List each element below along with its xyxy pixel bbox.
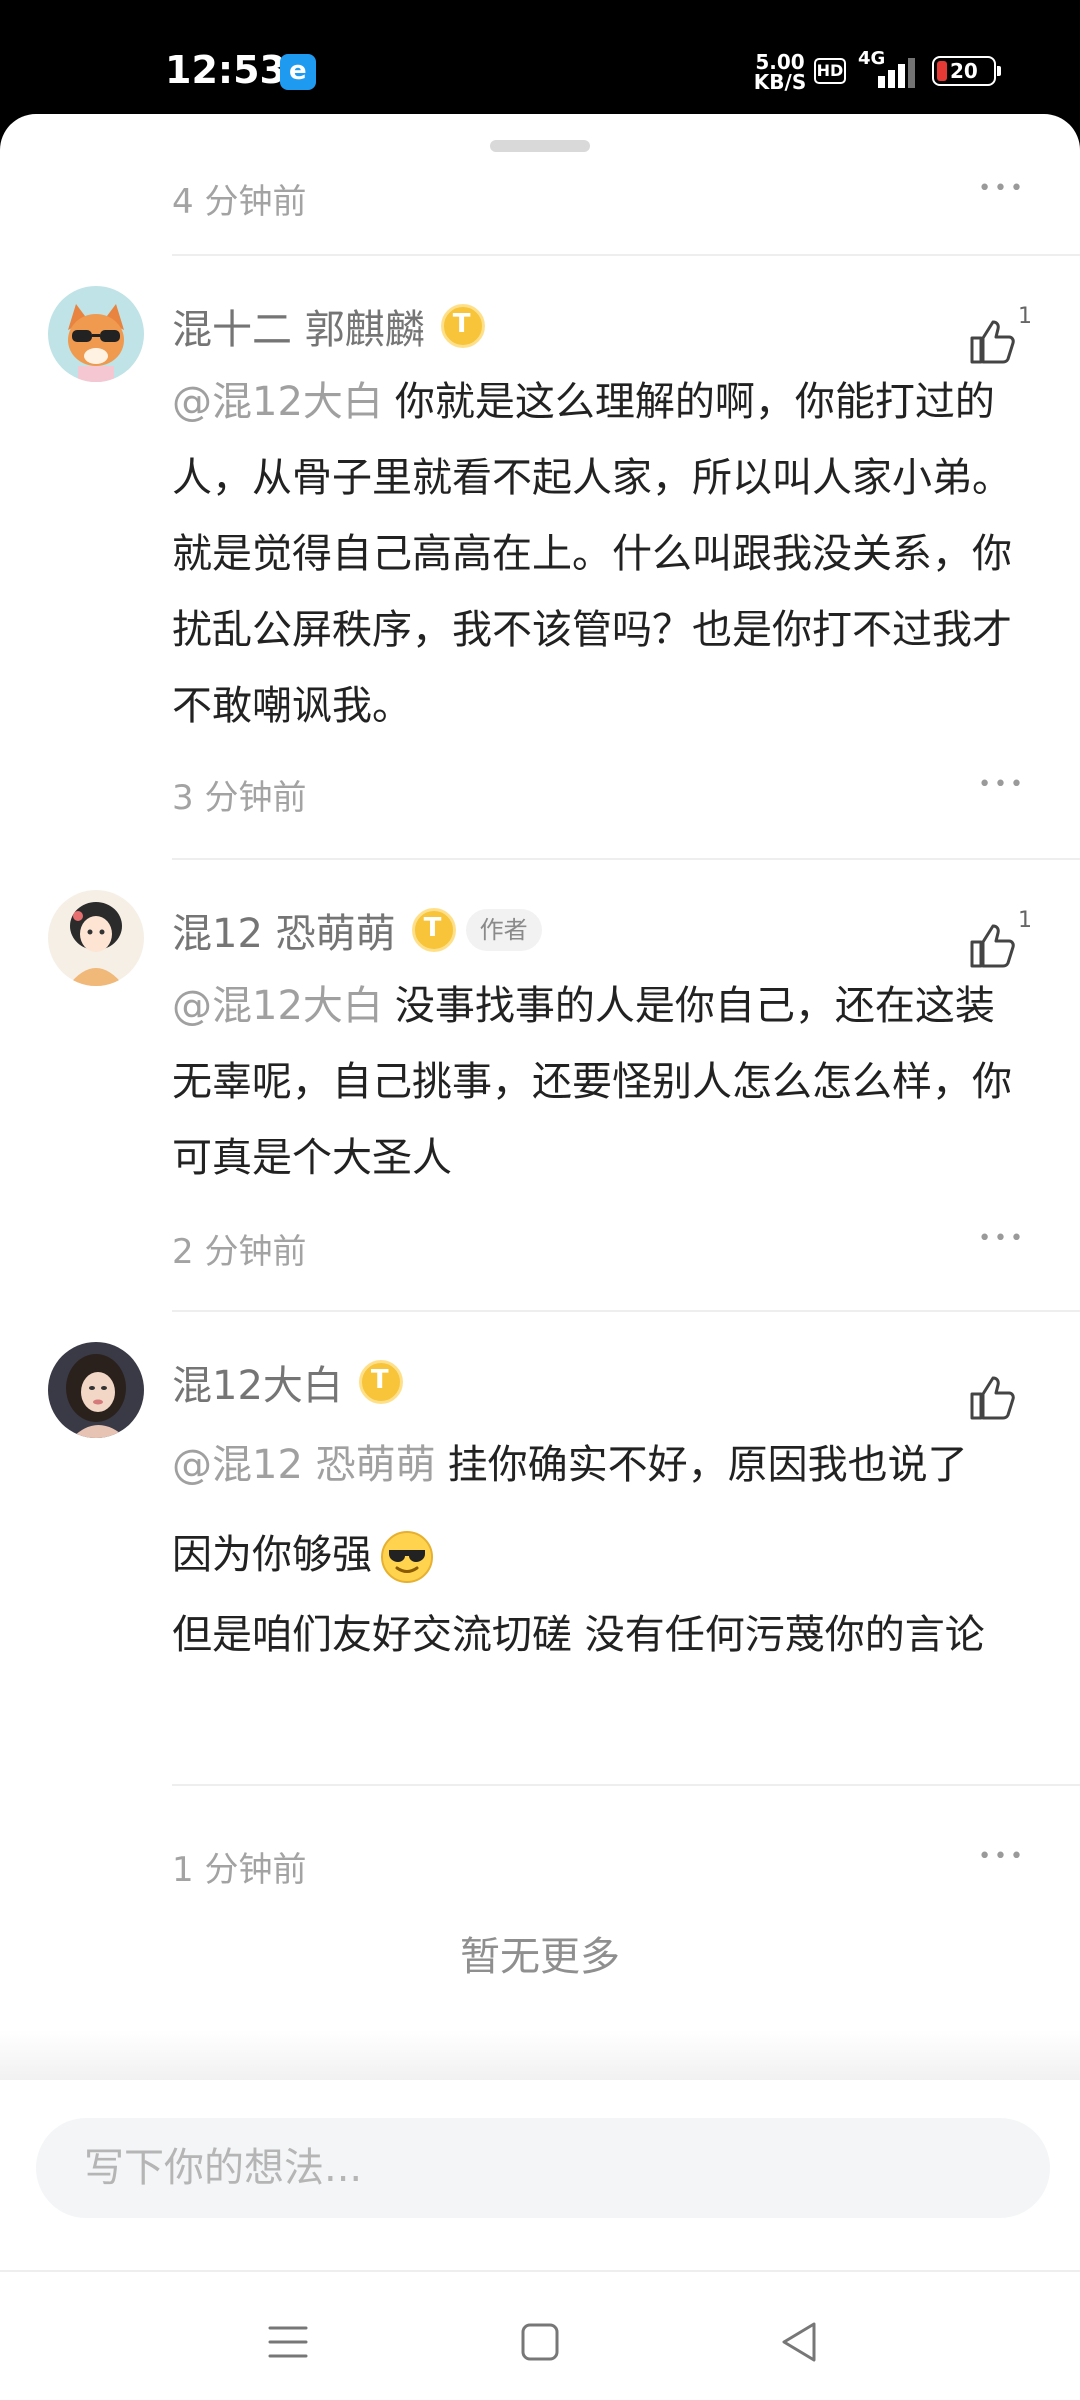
network-speed-unit: KB/S (753, 70, 807, 94)
system-nav-bar (0, 2270, 1080, 2400)
battery-icon: 20 (932, 56, 1001, 86)
username[interactable]: 混12 恐萌萌 (172, 901, 396, 959)
thumbs-up-icon[interactable] (966, 316, 1018, 368)
drag-handle[interactable] (490, 140, 590, 152)
previous-comment-meta: 4 分钟前 (172, 170, 1032, 222)
avatar[interactable] (48, 286, 144, 382)
comment-time: 2 分钟前 (172, 1232, 307, 1272)
status-bar: 12:53 5.00 KB/S HD 4G 20 (0, 0, 1080, 118)
comment-meta: 2 分钟前 (172, 1220, 1032, 1272)
comment-body: @混12大白 你就是这么理解的啊，你能打过的人，从骨子里就看不起人家，所以叫人家小… (172, 364, 1032, 744)
mention-link[interactable]: @混12大白 (172, 379, 383, 425)
comment-meta: 1 分钟前 (172, 1838, 1032, 1890)
divider (172, 1310, 1080, 1312)
network-type: 4G (858, 48, 886, 69)
like-count: 1 (1018, 908, 1032, 933)
comment-time: 4 分钟前 (172, 182, 307, 222)
more-dots-icon[interactable] (972, 1220, 1032, 1270)
no-more-text: 暂无更多 (460, 1934, 620, 1980)
menu-icon[interactable] (248, 2302, 328, 2382)
back-icon[interactable] (760, 2302, 840, 2382)
comment-body: @混12 恐萌萌 挂你确实不好，原因我也说了 因为你够强 但是咱们友好交流切磋 没… (172, 1420, 1032, 1670)
comment-text-line: 但是咱们友好交流切磋 没有任何污蔑你的言论 (172, 1612, 985, 1658)
comment-meta: 3 分钟前 (172, 766, 1032, 818)
comment-text-line: 因为你够强 (172, 1532, 372, 1578)
home-icon[interactable] (500, 2302, 580, 2382)
level-badge-icon (440, 304, 485, 348)
comment-body: @混12大白 没事找事的人是你自己，还在这装无辜呢，自己挑事，还要怪别人怎么怎么样… (172, 968, 1032, 1196)
comment-header: 混12大白 (172, 1352, 403, 1412)
comment-time: 1 分钟前 (172, 1850, 307, 1890)
comment-header: 混十二 郭麒麟 (172, 296, 485, 356)
more-dots-icon[interactable] (972, 1838, 1032, 1888)
comment-time: 3 分钟前 (172, 778, 307, 818)
app-notification-icon (280, 54, 316, 90)
hd-icon: HD (814, 58, 846, 84)
like-count: 1 (1018, 304, 1032, 329)
thumbs-up-icon[interactable] (966, 1372, 1018, 1424)
comment-text: 挂你确实不好，原因我也说了 (447, 1442, 968, 1488)
divider (172, 858, 1080, 860)
username[interactable]: 混十二 郭麒麟 (172, 297, 425, 355)
sunglasses-emoji-icon (381, 1531, 433, 1583)
comment-header: 混12 恐萌萌 作者 (172, 900, 542, 960)
username[interactable]: 混12大白 (172, 1353, 343, 1411)
network-speed-value: 5.00 (755, 50, 805, 74)
more-dots-icon[interactable] (972, 170, 1032, 220)
comment-sheet: 4 分钟前 混十二 郭麒麟 1 @混12大白 (0, 114, 1080, 2400)
level-badge-icon (411, 908, 456, 952)
mention-link[interactable]: @混12 恐萌萌 (172, 1442, 436, 1488)
avatar[interactable] (48, 1342, 144, 1438)
battery-level: 20 (950, 59, 978, 83)
level-badge-icon (358, 1360, 403, 1404)
mention-link[interactable]: @混12大白 (172, 983, 383, 1029)
divider (172, 254, 1080, 256)
thumbs-up-icon[interactable] (966, 920, 1018, 972)
avatar[interactable] (48, 890, 144, 986)
signal-icon: 4G (858, 48, 918, 88)
input-area (0, 2080, 1080, 2270)
divider (172, 1784, 1080, 1786)
comment-text: 你就是这么理解的啊，你能打过的人，从骨子里就看不起人家，所以叫人家小弟。就是觉得… (172, 379, 1012, 729)
input-shadow (0, 2030, 1080, 2080)
more-dots-icon[interactable] (972, 766, 1032, 816)
status-time: 12:53 (165, 48, 286, 92)
author-tag: 作者 (465, 909, 542, 951)
comment-input[interactable] (36, 2118, 1050, 2218)
network-speed: 5.00 KB/S (750, 52, 810, 92)
